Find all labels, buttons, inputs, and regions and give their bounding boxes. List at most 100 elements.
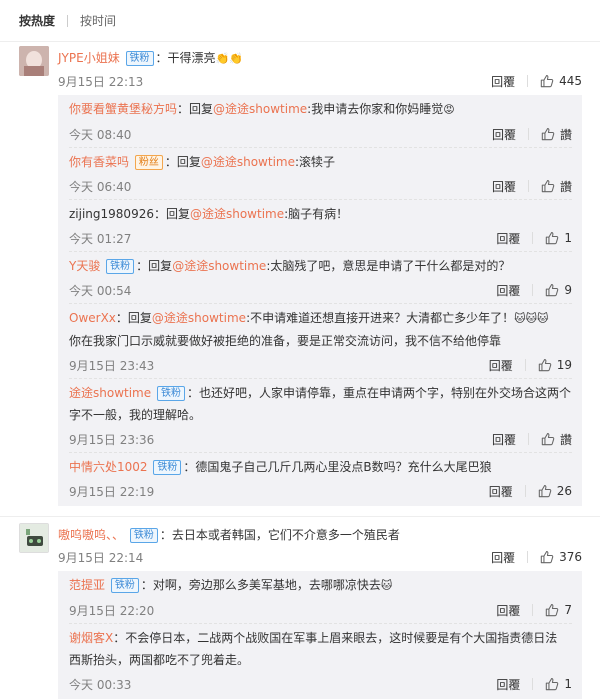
fan-badge: 铁粉 bbox=[129, 528, 158, 543]
thumbs-up-icon bbox=[546, 678, 559, 691]
actions-divider bbox=[532, 678, 534, 690]
reply-body: ：对啊，旁边那么多美军基地，去哪哪凉快去 bbox=[140, 578, 381, 592]
reply-meta: 9月15日 22:20 回覆 7 bbox=[69, 597, 572, 623]
comment-username[interactable]: 嗷呜嗷呜、、 bbox=[58, 528, 124, 542]
reply-username[interactable]: Y天骏 bbox=[69, 259, 100, 273]
reply-button[interactable]: 回覆 bbox=[489, 483, 513, 500]
reply-actions: 回覆 9 bbox=[496, 282, 572, 299]
reply-time: 9月15日 23:36 bbox=[69, 432, 155, 447]
reply-text-continued: 字不一般，我的理解哈。 bbox=[69, 408, 202, 422]
like-count: 讚 bbox=[559, 432, 572, 447]
reply-item: 你要看蟹黄堡秘方吗：回复@途途showtime:我申请去你家和你妈睡觉😡 今天 … bbox=[69, 95, 572, 148]
clap-emoji: 👏👏 bbox=[215, 52, 243, 65]
like-button[interactable]: 讚 bbox=[541, 126, 572, 143]
reply-list: 范提亚 铁粉 ：对啊，旁边那么多美军基地，去哪哪凉快去🐱 9月15日 22:20 … bbox=[58, 571, 582, 699]
like-button[interactable]: 445 bbox=[540, 74, 582, 88]
cat-emoji: 🐱 bbox=[380, 579, 393, 592]
reply-meta: 今天 06:40 回覆 讚 bbox=[69, 173, 572, 199]
thumbs-up-icon bbox=[538, 485, 551, 498]
thumbs-up-icon bbox=[546, 604, 559, 617]
reply-button[interactable]: 回覆 bbox=[491, 73, 515, 90]
reply-text: zijing1980926：回复@途途showtime:脑子有病！ bbox=[69, 203, 572, 225]
comment-item: 嗷呜嗷呜、、 铁粉 ：去日本或者韩国，它们不介意多一个殖民者 9月15日 22:1… bbox=[0, 519, 600, 699]
reply-username[interactable]: 途途showtime bbox=[69, 386, 151, 400]
mention-link[interactable]: @途途showtime bbox=[172, 259, 266, 273]
reply-button[interactable]: 回覆 bbox=[496, 676, 520, 693]
like-count: 1 bbox=[564, 231, 572, 245]
reply-prefix: ：回复 bbox=[115, 311, 152, 325]
mention-link[interactable]: @途途showtime bbox=[152, 311, 246, 325]
like-count: 19 bbox=[556, 358, 572, 372]
reply-item: 范提亚 铁粉 ：对啊，旁边那么多美军基地，去哪哪凉快去🐱 9月15日 22:20 … bbox=[69, 571, 572, 624]
thumbs-up-icon bbox=[541, 128, 555, 141]
reply-button[interactable]: 回覆 bbox=[496, 602, 520, 619]
fan-badge: 铁粉 bbox=[125, 51, 154, 66]
reply-meta: 今天 00:54 回覆 9 bbox=[69, 277, 572, 303]
reply-button[interactable]: 回覆 bbox=[496, 230, 520, 247]
reply-button[interactable]: 回覆 bbox=[496, 282, 520, 299]
reply-username[interactable]: 你要看蟹黄堡秘方吗 bbox=[69, 102, 177, 116]
reply-text: OwerXx：回复@途途showtime:不申请难道还想直接开进来？大清都亡多少… bbox=[69, 307, 572, 330]
reply-time: 今天 01:27 bbox=[69, 231, 132, 246]
reply-body: ：不会停日本，二战两个战败国在军事上眉来眼去，这时候要是有个大国指责德日法 bbox=[113, 631, 558, 645]
reply-item: 你有香菜吗 粉丝 ：回复@途途showtime:滚犊子 今天 06:40 回覆 讚 bbox=[69, 148, 572, 200]
reply-button[interactable]: 回覆 bbox=[492, 126, 516, 143]
reply-button[interactable]: 回覆 bbox=[489, 357, 513, 374]
sort-by-hot-tab[interactable]: 按热度 bbox=[19, 12, 55, 29]
reply-username[interactable]: OwerXx bbox=[69, 311, 116, 325]
reply-button[interactable]: 回覆 bbox=[492, 431, 516, 448]
reply-actions: 回覆 1 bbox=[496, 230, 572, 247]
thumbs-up-icon bbox=[546, 284, 559, 297]
actions-divider bbox=[524, 485, 526, 497]
reply-username[interactable]: 中情六处1002 bbox=[69, 460, 148, 474]
mention-link[interactable]: @途途showtime bbox=[201, 155, 295, 169]
thumbs-up-icon bbox=[540, 551, 554, 564]
reply-button[interactable]: 回覆 bbox=[492, 178, 516, 195]
reply-actions: 回覆 讚 bbox=[492, 178, 572, 195]
like-button[interactable]: 讚 bbox=[541, 178, 572, 195]
reply-prefix: ：回复 bbox=[136, 259, 173, 273]
comment-username[interactable]: JYPE小姐妹 bbox=[58, 51, 120, 65]
reply-meta: 今天 01:27 回覆 1 bbox=[69, 225, 572, 251]
reply-item: zijing1980926：回复@途途showtime:脑子有病！ 今天 01:… bbox=[69, 200, 572, 252]
actions-divider bbox=[527, 128, 529, 140]
fan-badge: 铁粉 bbox=[153, 460, 182, 475]
reply-username[interactable]: 范提亚 bbox=[69, 578, 105, 592]
reply-username[interactable]: 你有香菜吗 bbox=[69, 155, 129, 169]
reply-username[interactable]: 谢烟客X bbox=[69, 631, 113, 645]
like-button[interactable]: 1 bbox=[545, 231, 572, 245]
user-avatar[interactable] bbox=[19, 523, 49, 553]
reply-item: 谢烟客X：不会停日本，二战两个战败国在军事上眉来眼去，这时候要是有个大国指责德日… bbox=[69, 624, 572, 697]
reply-body: :我申请去你家和你妈睡觉 bbox=[307, 102, 444, 116]
comment-body: ：去日本或者韩国，它们不介意多一个殖民者 bbox=[159, 528, 400, 542]
mention-link[interactable]: @途途showtime bbox=[190, 207, 284, 221]
sort-divider bbox=[67, 14, 69, 27]
reply-actions: 回覆 讚 bbox=[492, 431, 572, 448]
like-count: 376 bbox=[559, 550, 582, 564]
like-button[interactable]: 1 bbox=[545, 677, 572, 691]
reply-button[interactable]: 回覆 bbox=[491, 549, 515, 566]
like-button[interactable]: 26 bbox=[538, 484, 572, 498]
reply-username[interactable]: zijing1980926 bbox=[69, 207, 154, 221]
reply-prefix: ：回复 bbox=[153, 207, 190, 221]
angry-emoji: 😡 bbox=[443, 103, 455, 116]
sort-by-time-tab[interactable]: 按时间 bbox=[80, 12, 116, 29]
reply-item: 途途showtime 铁粉 ：也还好吧，人家申请停靠，重点在申请两个字，特别在外交… bbox=[69, 379, 572, 453]
reply-time: 今天 00:33 bbox=[69, 677, 132, 692]
like-button[interactable]: 讚 bbox=[541, 431, 572, 448]
reply-body: ：德国鬼子自己几斤几两心里没点B数吗？充什么大尾巴狼 bbox=[183, 460, 492, 474]
like-count: 26 bbox=[556, 484, 572, 498]
like-button[interactable]: 376 bbox=[540, 550, 582, 564]
thumbs-up-icon bbox=[541, 180, 555, 193]
user-avatar[interactable] bbox=[19, 46, 49, 76]
reply-body: ：也还好吧，人家申请停靠，重点在申请两个字，特别在外交场合这两个 bbox=[186, 386, 571, 400]
like-count: 讚 bbox=[559, 179, 572, 194]
like-button[interactable]: 19 bbox=[538, 358, 572, 372]
like-button[interactable]: 9 bbox=[545, 283, 572, 297]
mention-link[interactable]: @途途showtime bbox=[213, 102, 307, 116]
like-button[interactable]: 7 bbox=[545, 603, 572, 617]
reply-time: 9月15日 22:20 bbox=[69, 603, 155, 618]
reply-time: 今天 08:40 bbox=[69, 127, 132, 142]
comment-text: 嗷呜嗷呜、、 铁粉 ：去日本或者韩国，它们不介意多一个殖民者 bbox=[58, 525, 582, 545]
actions-divider bbox=[527, 75, 529, 87]
